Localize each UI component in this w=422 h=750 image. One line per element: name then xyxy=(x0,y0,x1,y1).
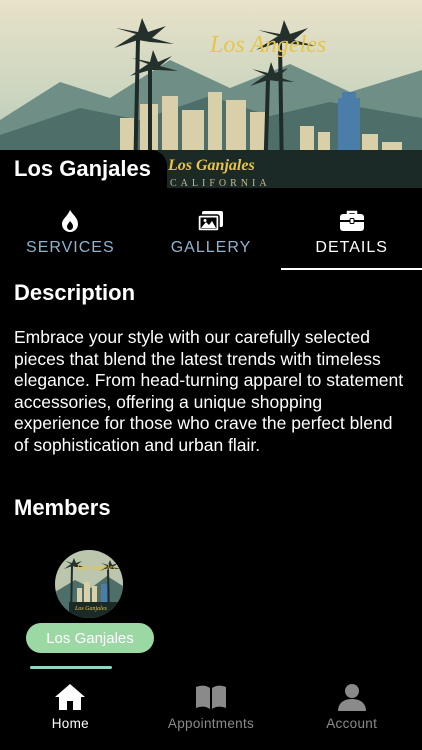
tab-details-label: DETAILS xyxy=(315,239,388,256)
members-heading: Members xyxy=(14,495,111,520)
tab-bar: SERVICES GALLERY DETAILS xyxy=(0,188,422,270)
svg-text:CALIFORNIA: CALIFORNIA xyxy=(170,178,271,188)
member-name: Los Ganjales xyxy=(46,629,134,647)
svg-text:Los Angeles: Los Angeles xyxy=(76,563,116,572)
venue-name-tab: Los Ganjales xyxy=(0,150,167,188)
tab-services-label: SERVICES xyxy=(26,239,115,256)
nav-appointments-label: Appointments xyxy=(167,716,255,731)
bottom-nav: Home Appointments Account xyxy=(0,672,422,750)
member-avatar[interactable]: Los Angeles Los Ganjales xyxy=(55,550,123,618)
home-icon xyxy=(53,682,87,712)
venue-name: Los Ganjales xyxy=(14,156,151,181)
nav-account-label: Account xyxy=(326,716,378,731)
nav-home[interactable]: Home xyxy=(0,672,141,750)
book-icon xyxy=(194,682,228,712)
svg-text:Los Ganjales: Los Ganjales xyxy=(74,606,108,612)
tab-services[interactable]: SERVICES xyxy=(0,188,141,270)
nav-appointments[interactable]: Appointments xyxy=(141,672,282,750)
nav-account[interactable]: Account xyxy=(281,672,422,750)
member-name-chip[interactable]: Los Ganjales xyxy=(26,623,154,653)
briefcase-icon xyxy=(339,209,365,233)
svg-text:Los Ganjales: Los Ganjales xyxy=(167,157,255,174)
tab-gallery-label: GALLERY xyxy=(170,239,252,256)
nav-home-label: Home xyxy=(51,716,89,731)
image-icon xyxy=(197,209,225,233)
tab-gallery[interactable]: GALLERY xyxy=(141,188,282,270)
description-text: Embrace your style with our carefully se… xyxy=(14,327,404,455)
person-icon xyxy=(335,682,369,712)
active-nav-indicator xyxy=(30,666,112,669)
svg-text:Los Angeles: Los Angeles xyxy=(209,32,326,58)
flame-icon xyxy=(60,209,80,233)
description-heading: Description xyxy=(14,280,136,305)
tab-details[interactable]: DETAILS xyxy=(281,188,422,270)
